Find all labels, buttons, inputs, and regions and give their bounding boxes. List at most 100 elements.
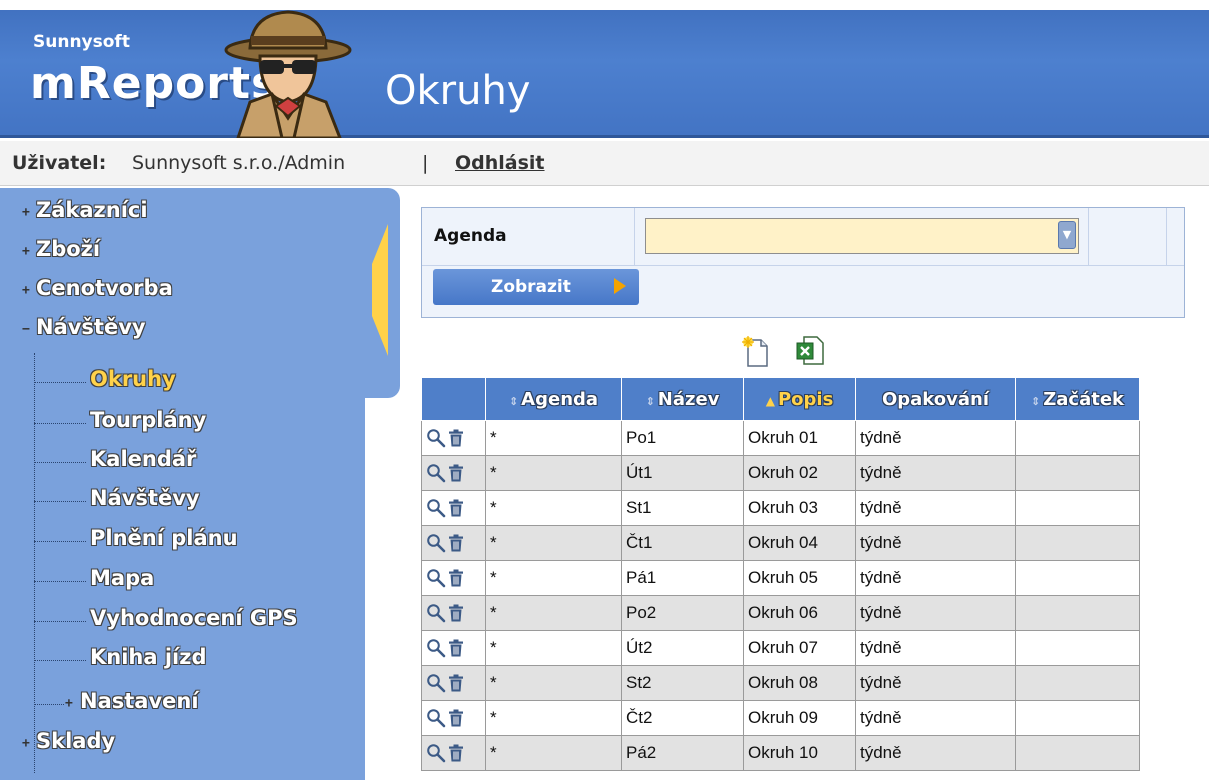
cell-nazev: Čt2 <box>621 700 744 736</box>
magnifier-icon[interactable] <box>426 428 446 448</box>
sidebar-item-zakaznici[interactable]: Zákazníci <box>36 198 148 222</box>
expand-icon[interactable]: + <box>22 205 30 220</box>
magnifier-icon[interactable] <box>426 638 446 658</box>
cell-popis: Okruh 07 <box>743 630 856 666</box>
sidebar-item-plneni-planu[interactable]: Plnění plánu <box>90 526 238 550</box>
user-bar-separator: | <box>422 152 429 174</box>
magnifier-icon[interactable] <box>426 603 446 623</box>
tree-line <box>34 581 86 582</box>
cell-opakovani: týdně <box>855 560 1016 596</box>
sort-icon: ⇕ <box>508 394 519 408</box>
cell-popis: Okruh 10 <box>743 735 856 771</box>
sidebar-item-vyhodnoceni-gps[interactable]: Vyhodnocení GPS <box>90 606 298 630</box>
sidebar-nav: + Zákazníci + Zboží + Cenotvorba − Návšt… <box>0 188 402 780</box>
sidebar-item-cenotvorba[interactable]: Cenotvorba <box>36 276 173 300</box>
sidebar-item-tourplany[interactable]: Tourplány <box>90 408 206 432</box>
tree-line <box>34 660 86 661</box>
cell-nazev: Pá2 <box>621 735 744 771</box>
row-actions <box>421 700 486 736</box>
trash-icon[interactable] <box>446 638 466 658</box>
cell-zacatek <box>1015 595 1140 631</box>
column-header-zacatek[interactable]: ⇕ Začátek <box>1015 377 1140 421</box>
cell-opakovani: týdně <box>855 700 1016 736</box>
trash-icon[interactable] <box>446 568 466 588</box>
cell-agenda: * <box>485 735 622 771</box>
cell-zacatek <box>1015 525 1140 561</box>
magnifier-icon[interactable] <box>426 568 446 588</box>
tree-line <box>34 423 86 424</box>
play-arrow-icon <box>614 278 626 294</box>
trash-icon[interactable] <box>446 708 466 728</box>
cell-agenda: * <box>485 490 622 526</box>
tree-line <box>34 353 35 773</box>
trash-icon[interactable] <box>446 533 466 553</box>
cell-opakovani: týdně <box>855 595 1016 631</box>
table-row: * Pá2 Okruh 10 týdně <box>421 735 1140 771</box>
cell-zacatek <box>1015 420 1140 456</box>
trash-icon[interactable] <box>446 428 466 448</box>
table-row: * Út1 Okruh 02 týdně <box>421 455 1140 491</box>
column-header-label: Agenda <box>521 388 599 410</box>
sidebar-item-navstevy[interactable]: Návštěvy <box>36 315 146 339</box>
trash-icon[interactable] <box>446 498 466 518</box>
expand-icon[interactable]: + <box>22 736 30 751</box>
new-document-icon[interactable] <box>742 336 770 368</box>
row-actions <box>421 735 486 771</box>
table-row: * St2 Okruh 08 týdně <box>421 665 1140 701</box>
row-actions <box>421 455 486 491</box>
tree-line <box>34 621 86 622</box>
show-button-label: Zobrazit <box>491 277 571 297</box>
magnifier-icon[interactable] <box>426 743 446 763</box>
cell-opakovani: týdně <box>855 630 1016 666</box>
magnifier-icon[interactable] <box>426 498 446 518</box>
expand-icon[interactable]: + <box>22 244 30 259</box>
excel-export-icon[interactable] <box>795 334 825 366</box>
trash-icon[interactable] <box>446 463 466 483</box>
logout-link[interactable]: Odhlásit <box>455 152 545 174</box>
dropdown-arrow-icon[interactable]: ▼ <box>1058 221 1076 249</box>
tree-line <box>34 704 64 705</box>
column-header-popis[interactable]: ▲ Popis <box>743 377 856 421</box>
column-header-nazev[interactable]: ⇕ Název <box>621 377 744 421</box>
collapse-sidebar-tab-icon[interactable] <box>368 224 392 356</box>
show-button[interactable]: Zobrazit <box>433 269 639 305</box>
trash-icon[interactable] <box>446 603 466 623</box>
agenda-select[interactable] <box>645 218 1079 254</box>
user-name: Sunnysoft s.r.o./Admin <box>132 152 346 174</box>
cell-agenda: * <box>485 455 622 491</box>
collapse-icon[interactable]: − <box>22 322 30 337</box>
sidebar-item-zbozi[interactable]: Zboží <box>36 237 100 261</box>
actions-column-header <box>421 377 486 421</box>
column-header-agenda[interactable]: ⇕ Agenda <box>485 377 622 421</box>
table-row: * Út2 Okruh 07 týdně <box>421 630 1140 666</box>
trash-icon[interactable] <box>446 673 466 693</box>
trash-icon[interactable] <box>446 743 466 763</box>
expand-icon[interactable]: + <box>65 696 73 711</box>
sidebar-item-mapa[interactable]: Mapa <box>90 566 154 590</box>
cell-agenda: * <box>485 630 622 666</box>
cell-nazev: Pá1 <box>621 560 744 596</box>
sidebar-item-sklady[interactable]: Sklady <box>36 729 115 753</box>
sort-icon: ⇕ <box>1030 394 1041 408</box>
cell-nazev: St1 <box>621 490 744 526</box>
cell-popis: Okruh 02 <box>743 455 856 491</box>
expand-icon[interactable]: + <box>22 283 30 298</box>
row-actions <box>421 630 486 666</box>
column-header-opakovani[interactable]: Opakování <box>855 377 1016 421</box>
sidebar-item-okruhy[interactable]: Okruhy <box>90 367 176 391</box>
row-actions <box>421 420 486 456</box>
magnifier-icon[interactable] <box>426 533 446 553</box>
table-row: * Čt1 Okruh 04 týdně <box>421 525 1140 561</box>
magnifier-icon[interactable] <box>426 673 446 693</box>
tree-line <box>34 541 86 542</box>
magnifier-icon[interactable] <box>426 708 446 728</box>
magnifier-icon[interactable] <box>426 463 446 483</box>
cell-opakovani: týdně <box>855 455 1016 491</box>
header-top-stripe <box>0 0 1209 10</box>
sidebar-item-kniha-jizd[interactable]: Kniha jízd <box>90 645 207 669</box>
sidebar-item-nastaveni[interactable]: Nastavení <box>80 689 199 713</box>
cell-popis: Okruh 01 <box>743 420 856 456</box>
sidebar-item-navstevy-sub[interactable]: Návštěvy <box>90 486 200 510</box>
sidebar-item-kalendar[interactable]: Kalendář <box>90 447 196 471</box>
cell-opakovani: týdně <box>855 490 1016 526</box>
